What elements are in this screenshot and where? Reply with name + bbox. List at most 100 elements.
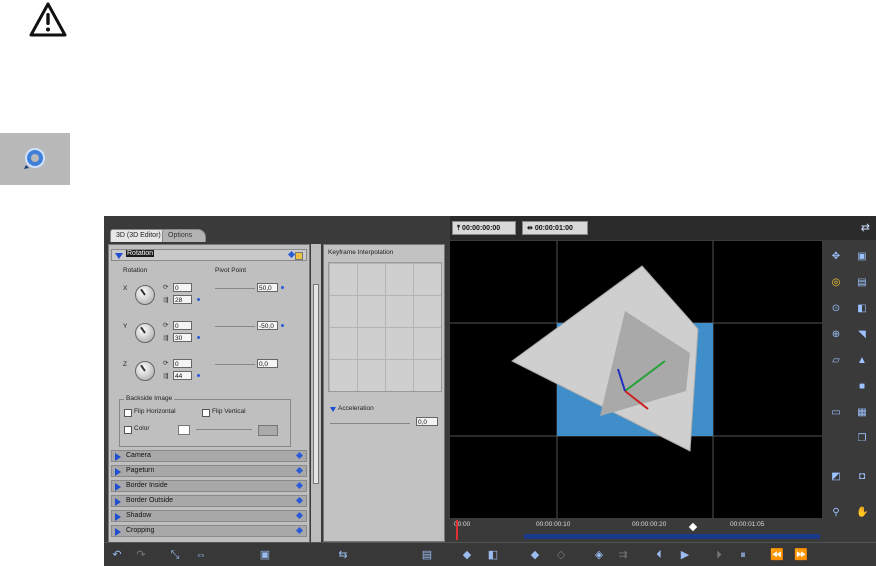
preview-canvas[interactable] [450, 241, 822, 518]
keyframe-diamond-icon[interactable] [295, 481, 304, 490]
cards-icon[interactable]: ◩ [830, 471, 842, 483]
undo-icon[interactable]: ↶ [110, 548, 124, 562]
play-icon[interactable]: ▶ [678, 548, 692, 562]
film-icon[interactable]: ▦ [856, 407, 868, 419]
redo-icon[interactable]: ↷ [134, 548, 148, 562]
y-keyframe-dot[interactable] [197, 336, 200, 339]
x-speed-field[interactable]: 28 [173, 295, 192, 304]
y-pivot-keyframe-dot[interactable] [281, 324, 284, 327]
fit-icon[interactable]: ⤡ [168, 548, 182, 562]
keyframe-marker-icon[interactable] [688, 522, 698, 532]
color-value-field[interactable] [258, 425, 278, 436]
x-pivot-field[interactable]: 50,0 [257, 283, 278, 292]
start-time-field[interactable]: ⤒ 00:00:00:00 [452, 221, 516, 235]
next-keyframe-icon[interactable]: ◇ [554, 548, 568, 562]
z-keyframe-dot[interactable] [197, 374, 200, 377]
border-inside-section-header[interactable]: Border Inside [111, 480, 307, 492]
monitor-icon[interactable]: ▣ [258, 548, 272, 562]
camera-section-header[interactable]: Camera [111, 450, 307, 462]
y-rotation-knob[interactable] [135, 323, 155, 343]
lasso-icon[interactable]: ◎ [830, 277, 842, 289]
acceleration-field[interactable]: 0,0 [416, 417, 438, 426]
x-angle-field[interactable]: 0 [173, 283, 192, 292]
fast-forward-icon[interactable]: ⏩ [794, 548, 808, 562]
cropping-section-header[interactable]: Cropping [111, 525, 307, 537]
rotation-section-header[interactable]: Rotation [111, 249, 307, 261]
pageturn-section-header[interactable]: Pageturn [111, 465, 307, 477]
y-angle-field[interactable]: 0 [173, 321, 192, 330]
playhead-marker[interactable] [456, 520, 458, 540]
color-checkbox[interactable] [124, 426, 132, 434]
move-icon[interactable]: ✥ [830, 251, 842, 263]
duration-field[interactable]: ⇹ 00:00:01:00 [522, 221, 588, 235]
loop-icon[interactable]: ◈ [592, 548, 606, 562]
y-pivot-slider[interactable] [215, 326, 255, 327]
interpolation-curve-graph[interactable] [328, 262, 442, 392]
rotation-header-label: Rotation [126, 250, 155, 257]
duration-value: 00:00:01:00 [534, 225, 573, 232]
tab-3d-editor[interactable]: 3D (3D Editor) [110, 229, 170, 242]
x-rotation-knob[interactable] [135, 285, 155, 305]
scrollbar-thumb[interactable] [313, 284, 319, 484]
corner-icon[interactable]: ◥ [856, 329, 868, 341]
prev-keyframe-icon[interactable]: ◆ [528, 548, 542, 562]
save-icon[interactable]: ▣ [856, 251, 868, 263]
expand-triangle-icon [115, 468, 121, 476]
axis-z-label: Z [123, 361, 127, 368]
keyframe-diamond-icon[interactable] [295, 496, 304, 505]
perspective-icon[interactable]: ▲ [856, 355, 868, 367]
zoom-icon[interactable]: ⚲ [830, 507, 842, 519]
keyframe-square-icon[interactable] [295, 252, 303, 260]
z-pivot-slider[interactable] [215, 364, 255, 365]
expand-triangle-icon[interactable] [330, 407, 336, 412]
border-outside-section-header[interactable]: Border Outside [111, 495, 307, 507]
flip-vertical-checkbox[interactable] [202, 409, 210, 417]
pause-icon[interactable]: ⏸ [736, 548, 750, 562]
color-slider[interactable] [196, 429, 252, 430]
swap-arrows-icon[interactable]: ⇆ [336, 548, 350, 562]
copy-icon[interactable]: ❐ [856, 433, 868, 445]
x-pivot-keyframe-dot[interactable] [281, 286, 284, 289]
keyframe-diamond-icon[interactable] [295, 511, 304, 520]
swap-icon[interactable]: ⇄ [861, 221, 870, 234]
backside-legend: Backside Image [124, 395, 175, 402]
add-keyframe-icon[interactable]: ◆ [460, 548, 474, 562]
target-icon[interactable]: ⊙ [830, 303, 842, 315]
keyframe-diamond-icon[interactable] [295, 526, 304, 535]
z-angle-field[interactable]: 0 [173, 359, 192, 368]
x-keyframe-dot[interactable] [197, 298, 200, 301]
step-back-icon[interactable]: ⏴ [652, 548, 666, 562]
copy-keyframe-icon[interactable]: ⇉ [616, 548, 630, 562]
tab-options[interactable]: Options [162, 229, 206, 242]
frame-icon[interactable]: ▱ [830, 355, 842, 367]
hand-icon[interactable]: ✋ [856, 507, 868, 519]
rewind-icon[interactable]: ⏪ [770, 548, 784, 562]
rotation-tool-icon-box [0, 133, 70, 185]
keyframe-diamond-icon[interactable] [295, 466, 304, 475]
keyframe-diamond-icon[interactable] [295, 451, 304, 460]
timeline[interactable]: 00:00 00:00:00:10 00:00:00:20 00:00:01:0… [450, 518, 822, 542]
step-forward-icon[interactable]: ⏵ [712, 548, 726, 562]
z-speed-field[interactable]: 44 [173, 371, 192, 380]
acceleration-slider[interactable] [330, 423, 410, 424]
save-icon[interactable]: ▤ [420, 548, 434, 562]
zoom-fit-icon[interactable]: ⊕ [830, 329, 842, 341]
stack-icon[interactable]: ◧ [856, 303, 868, 315]
goto-keyframe-icon[interactable]: ◧ [486, 548, 500, 562]
reset-icon[interactable]: ⇔ [194, 548, 208, 562]
y-pivot-field[interactable]: -50,0 [257, 321, 278, 330]
z-pivot-field[interactable]: 0,0 [257, 359, 278, 368]
window-icon[interactable]: ▭ [830, 407, 842, 419]
z-rotation-knob[interactable] [135, 361, 155, 381]
layer-icon[interactable]: ■ [856, 381, 868, 393]
fit-screen-icon[interactable]: ◘ [856, 471, 868, 483]
x-pivot-slider[interactable] [215, 288, 255, 289]
keyframe-diamond-icon[interactable] [287, 250, 296, 259]
y-speed-field[interactable]: 30 [173, 333, 192, 342]
image-icon[interactable]: ▤ [856, 277, 868, 289]
shadow-section-header[interactable]: Shadow [111, 510, 307, 522]
flip-horizontal-label: Flip Horizontal [134, 408, 176, 415]
color-swatch[interactable] [178, 425, 190, 435]
flip-horizontal-checkbox[interactable] [124, 409, 132, 417]
timeline-track[interactable] [524, 534, 820, 539]
